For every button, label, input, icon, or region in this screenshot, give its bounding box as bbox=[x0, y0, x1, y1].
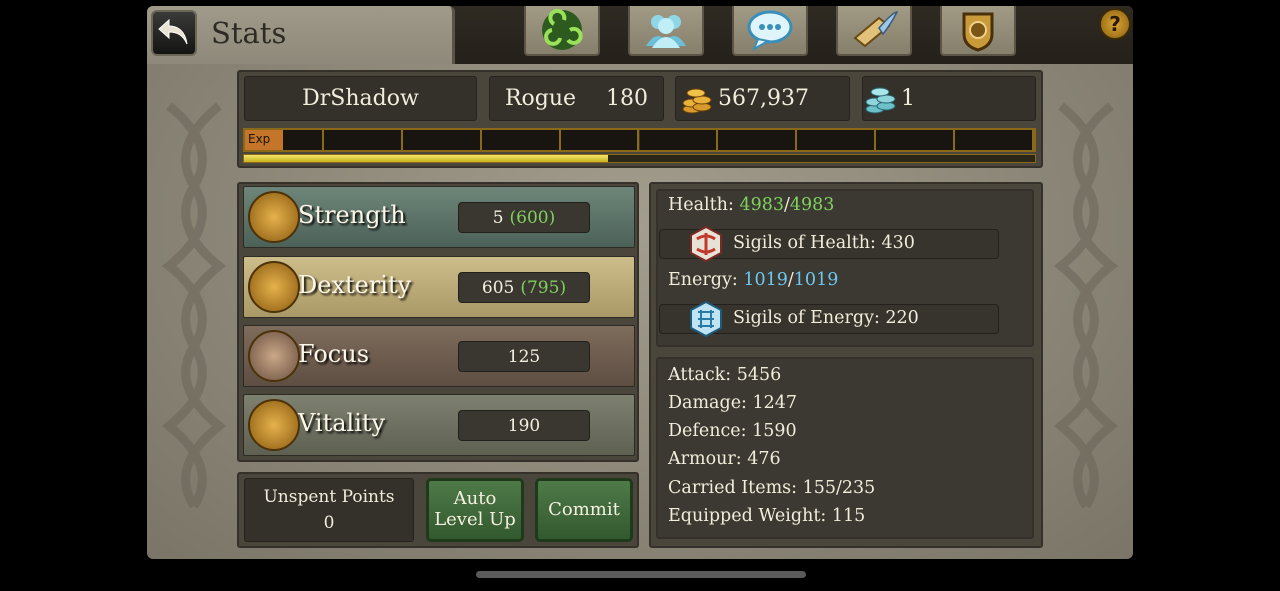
exp-segment bbox=[402, 130, 482, 150]
vitality-heart-icon bbox=[248, 399, 300, 451]
gold-cell: 567,937 bbox=[675, 76, 850, 121]
player-name: DrShadow bbox=[302, 86, 419, 111]
unspent-points-value: 0 bbox=[323, 513, 335, 533]
attribute-row-focus[interactable]: Focus 125 bbox=[243, 325, 635, 387]
strength-fist-icon bbox=[248, 191, 300, 243]
left-knot-ornament bbox=[161, 102, 227, 509]
exp-segment bbox=[797, 130, 877, 150]
crest-icon bbox=[962, 12, 994, 52]
attribute-value: 605 (795) bbox=[458, 272, 590, 303]
attribute-row-dexterity[interactable]: Dexterity 605 (795) bbox=[243, 256, 635, 318]
attribute-name: Focus bbox=[298, 340, 370, 368]
attribute-name: Dexterity bbox=[298, 271, 412, 299]
auto-level-up-button[interactable]: Auto Level Up bbox=[426, 478, 524, 542]
exp-label: Exp bbox=[245, 130, 283, 150]
tab-chat[interactable] bbox=[732, 6, 808, 56]
stats-window: Stats ? DrShadow Rogue 180 567,937 1 Exp… bbox=[147, 6, 1133, 559]
attribute-row-vitality[interactable]: Vitality 190 bbox=[243, 394, 635, 456]
tab-skills[interactable] bbox=[524, 6, 600, 56]
attribute-name: Strength bbox=[298, 201, 406, 229]
damage-stat: Damage: 1247 bbox=[668, 393, 798, 413]
guild-icon bbox=[646, 15, 686, 48]
experience-progress bbox=[243, 154, 1036, 163]
defence-stat: Defence: 1590 bbox=[668, 421, 797, 441]
back-button[interactable] bbox=[151, 10, 197, 56]
gold-amount: 567,937 bbox=[718, 86, 809, 111]
dexterity-hand-icon bbox=[248, 261, 300, 313]
commit-button[interactable]: Commit bbox=[535, 478, 633, 542]
unspent-points-label: Unspent Points bbox=[263, 487, 395, 507]
armour-stat: Armour: 476 bbox=[668, 449, 781, 469]
equipped-weight-stat: Equipped Weight: 115 bbox=[668, 506, 866, 526]
attribute-value: 125 bbox=[458, 341, 590, 372]
exp-segment bbox=[639, 130, 719, 150]
page-title: Stats bbox=[211, 16, 287, 50]
attack-stat: Attack: 5456 bbox=[668, 365, 782, 385]
experience-bar: Exp bbox=[243, 128, 1036, 152]
sigils-of-health-text: Sigils of Health: 430 bbox=[733, 233, 915, 253]
class-level-cell: Rogue 180 bbox=[489, 76, 664, 121]
right-knot-ornament bbox=[1053, 102, 1119, 509]
exp-segment bbox=[560, 130, 640, 150]
sigils-of-energy-text: Sigils of Energy: 220 bbox=[733, 308, 919, 328]
tab-guild[interactable] bbox=[628, 6, 704, 56]
energy-sigil-icon bbox=[690, 300, 722, 338]
gem-coins-icon bbox=[865, 87, 896, 113]
attribute-row-strength[interactable]: Strength 5 (600) bbox=[243, 186, 635, 248]
gems-cell: 1 bbox=[862, 76, 1036, 121]
unspent-points-cell: Unspent Points 0 bbox=[244, 478, 414, 542]
title-tab: Stats bbox=[147, 6, 455, 64]
attribute-value: 190 bbox=[458, 410, 590, 441]
exp-segment bbox=[481, 130, 561, 150]
chat-icon bbox=[747, 10, 793, 51]
energy-line: Energy: 1019/1019 bbox=[668, 270, 839, 290]
exp-segment bbox=[876, 130, 956, 150]
carried-items-stat: Carried Items: 155/235 bbox=[668, 478, 876, 498]
gold-coins-icon bbox=[682, 88, 712, 113]
gems-amount: 1 bbox=[901, 86, 915, 111]
experience-progress-fill bbox=[244, 155, 608, 162]
focus-mask-icon bbox=[248, 330, 300, 382]
attribute-name: Vitality bbox=[298, 409, 386, 437]
exp-segment bbox=[955, 130, 1034, 150]
triskelion-icon bbox=[542, 8, 583, 50]
help-button[interactable]: ? bbox=[1099, 8, 1131, 40]
exp-segment bbox=[718, 130, 798, 150]
home-indicator[interactable] bbox=[476, 571, 806, 578]
quest-scroll-icon bbox=[853, 11, 899, 48]
attribute-value: 5 (600) bbox=[458, 202, 590, 233]
player-level: 180 bbox=[606, 86, 649, 111]
tab-crest[interactable] bbox=[940, 6, 1016, 56]
health-sigil-icon bbox=[690, 225, 722, 263]
back-arrow-icon bbox=[158, 18, 188, 45]
exp-segment bbox=[323, 130, 403, 150]
tab-quests[interactable] bbox=[836, 6, 912, 56]
health-line: Health: 4983/4983 bbox=[668, 195, 835, 215]
player-class: Rogue bbox=[504, 86, 577, 111]
player-name-cell: DrShadow bbox=[244, 76, 477, 121]
